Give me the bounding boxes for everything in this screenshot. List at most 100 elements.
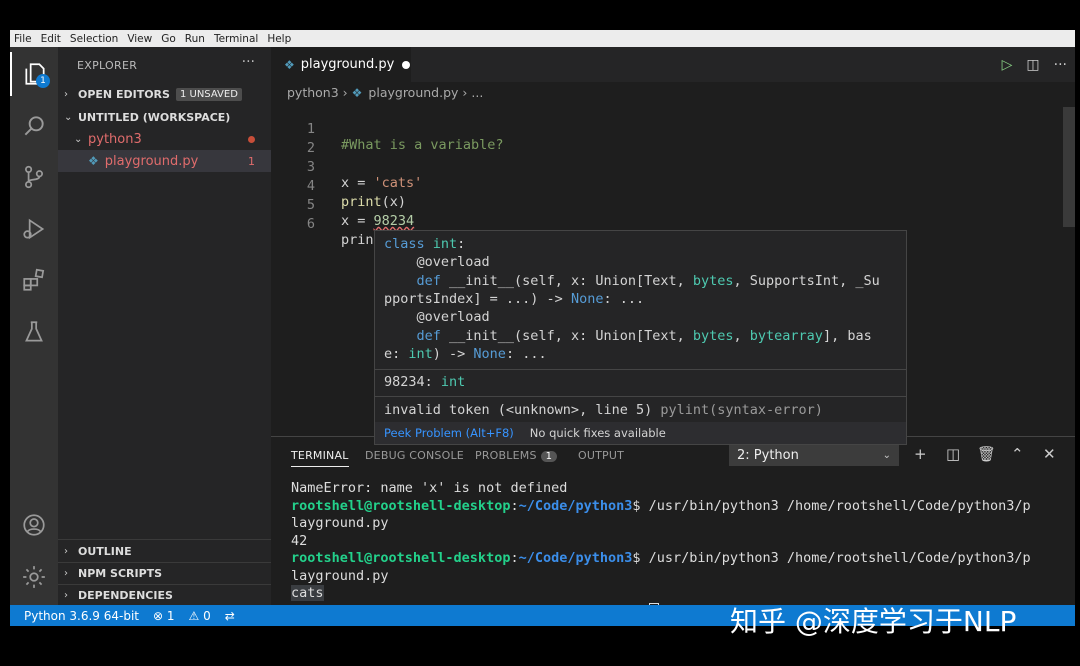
split-editor-icon[interactable]: ◫ — [1026, 57, 1039, 73]
chevron-right-icon: › — [64, 545, 68, 557]
problem-message: invalid token (<unknown>, line 5) — [384, 402, 653, 418]
warnings-count[interactable]: ⚠ 0 — [189, 609, 211, 623]
run-file-icon[interactable]: ▷ — [1002, 57, 1013, 73]
workspace-section[interactable]: ⌄ UNTITLED (WORKSPACE) — [58, 106, 271, 128]
close-icon[interactable]: ✕ — [1043, 445, 1056, 463]
prompt-path: ~/Code/python3 — [518, 497, 633, 514]
menu-help[interactable]: Help — [267, 33, 291, 45]
hover-text: : ... — [603, 291, 645, 307]
hover-text: e: — [384, 346, 409, 362]
tab-playground[interactable]: ❖ playground.py — [271, 47, 411, 82]
python-file-icon: ❖ — [88, 154, 99, 168]
python-file-icon: ❖ — [284, 57, 295, 72]
folder-python3[interactable]: ⌄ python3 — [58, 128, 271, 150]
workspace-label: UNTITLED (WORKSPACE) — [78, 110, 231, 124]
hover-text: __init__(self, x: Union[Text, — [440, 273, 693, 289]
hover-line: @overload — [384, 309, 490, 325]
type-token: bytes — [692, 273, 734, 289]
prompt-user: rootshell@rootshell-desktop — [291, 550, 511, 566]
file-problem-count: 1 — [248, 154, 255, 168]
code-line: 6 prin — [271, 200, 1075, 248]
type-token: int — [432, 236, 458, 252]
search-icon[interactable] — [10, 104, 58, 148]
hover-line: class int: — [384, 236, 465, 252]
editor-scrollbar[interactable] — [1063, 107, 1075, 227]
breadcrumb-file[interactable]: playground.py — [368, 85, 458, 100]
prompt-dollar: $ — [632, 550, 641, 566]
tab-problems[interactable]: PROBLEMS 1 — [475, 449, 558, 462]
open-editors-section[interactable]: › OPEN EDITORS 1 UNSAVED — [58, 83, 271, 105]
files-icon[interactable]: 1 — [10, 52, 58, 96]
vscode-window: File Edit Selection View Go Run Terminal… — [10, 30, 1075, 626]
problem-source: pylint(syntax-error) — [660, 402, 823, 418]
tab-terminal[interactable]: TERMINAL — [291, 449, 349, 467]
new-terminal-icon[interactable]: + — [914, 445, 927, 463]
menu-edit[interactable]: Edit — [41, 33, 61, 45]
hover-line: def __init__(self, x: Union[Text, bytes,… — [384, 328, 872, 344]
menu-go[interactable]: Go — [161, 33, 176, 45]
terminal-line: layground.py — [291, 567, 389, 584]
file-label: playground.py — [104, 153, 199, 169]
test-flask-icon[interactable] — [10, 310, 58, 354]
menubar: File Edit Selection View Go Run Terminal… — [10, 30, 1075, 47]
menu-selection[interactable]: Selection — [70, 33, 118, 45]
errors-count[interactable]: ⊗ 1 — [153, 609, 175, 623]
menu-file[interactable]: File — [14, 33, 32, 45]
live-share-icon[interactable]: ⇄ — [225, 609, 235, 623]
terminal-output[interactable]: NameError: name 'x' is not defined roots… — [291, 480, 1031, 620]
chevron-right-icon: › — [64, 567, 68, 579]
tab-output[interactable]: OUTPUT — [578, 449, 624, 462]
breadcrumb: python3 › ❖ playground.py › ... — [287, 85, 483, 100]
chevron-down-icon: ⌄ — [64, 111, 73, 123]
menu-view[interactable]: View — [127, 33, 152, 45]
explorer-badge: 1 — [36, 74, 50, 88]
tab-debug-console[interactable]: DEBUG CONSOLE — [365, 449, 464, 462]
more-actions-icon[interactable]: ··· — [242, 54, 255, 70]
outline-section[interactable]: › OUTLINE — [58, 540, 271, 562]
unsaved-dot-icon[interactable] — [402, 60, 411, 69]
terminal-line: NameError: name 'x' is not defined — [291, 480, 568, 496]
breadcrumb-more[interactable]: ... — [471, 85, 483, 100]
extensions-icon[interactable] — [10, 258, 58, 302]
dependencies-section[interactable]: › DEPENDENCIES — [58, 584, 271, 606]
file-playground[interactable]: ❖ playground.py 1 — [58, 150, 271, 172]
terminal-select-value: 2: Python — [737, 447, 799, 463]
python-interpreter[interactable]: Python 3.6.9 64-bit — [24, 609, 139, 623]
peek-problem-link[interactable]: Peek Problem (Alt+F8) — [384, 426, 514, 440]
hover-text: , — [733, 328, 750, 344]
trash-icon[interactable]: 🗑 — [977, 445, 996, 463]
outline-label: OUTLINE — [78, 544, 132, 558]
keyword: def — [384, 273, 441, 289]
source-control-icon[interactable] — [10, 155, 58, 199]
terminal-select[interactable]: 2: Python ⌄ — [729, 444, 899, 466]
more-actions-icon[interactable]: ··· — [1054, 57, 1067, 73]
hover-text: __init__(self, x: Union[Text, — [440, 328, 693, 344]
terminal-command: /usr/bin/python3 /home/rootshell/Code/py… — [640, 550, 1031, 566]
npm-scripts-section[interactable]: › NPM SCRIPTS — [58, 562, 271, 584]
chevron-right-icon: › — [64, 88, 68, 100]
chevron-right-icon: › — [342, 85, 352, 100]
run-debug-icon[interactable] — [10, 207, 58, 251]
maximize-panel-icon[interactable]: ⌃ — [1011, 445, 1024, 463]
no-quick-fixes-text: No quick fixes available — [529, 426, 666, 440]
menu-terminal[interactable]: Terminal — [214, 33, 258, 45]
terminal-output-text: cats — [291, 585, 324, 601]
code-line: 5 x = 98234 — [271, 181, 1075, 229]
explorer-sidebar: EXPLORER ··· › OPEN EDITORS 1 UNSAVED ⌄ … — [58, 47, 271, 605]
menu-run[interactable]: Run — [185, 33, 205, 45]
hover-problem-line: invalid token (<unknown>, line 5) pylint… — [384, 402, 823, 418]
settings-gear-icon[interactable] — [10, 555, 58, 599]
dependencies-label: DEPENDENCIES — [78, 588, 173, 602]
type-token: bytes — [692, 328, 734, 344]
hover-line: @overload — [384, 254, 490, 270]
divider — [375, 396, 906, 397]
keyword: None — [473, 346, 506, 362]
hover-popup: class int: @overload def __init__(self, … — [374, 230, 907, 445]
breadcrumb-folder[interactable]: python3 — [287, 85, 339, 100]
prompt-colon: : — [510, 550, 519, 566]
keyword: def — [384, 328, 441, 344]
account-icon[interactable] — [10, 503, 58, 547]
split-terminal-icon[interactable]: ◫ — [946, 445, 960, 463]
hover-text: ], bas — [822, 328, 872, 344]
terminal-line: layground.py — [291, 515, 389, 531]
